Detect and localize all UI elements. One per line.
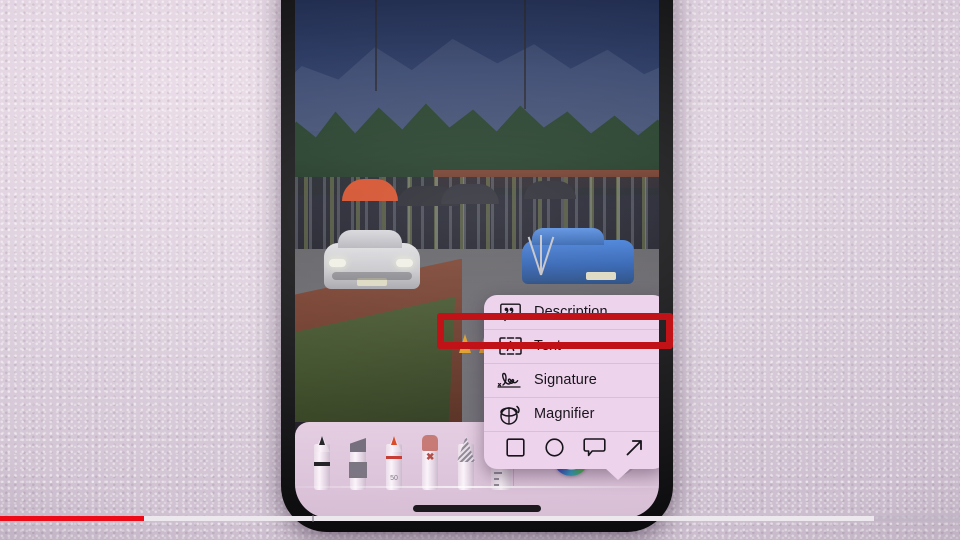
headlight-right [396, 258, 414, 267]
highlighter-tool[interactable] [347, 428, 369, 490]
popup-pointer-tail [605, 468, 631, 480]
marker-color-band [386, 456, 402, 459]
eraser-tool[interactable]: ✖ [419, 428, 441, 490]
marker-pen-tool[interactable]: 50 [383, 428, 405, 490]
license-plate-white-car [357, 277, 388, 286]
square-shape-icon[interactable] [505, 437, 526, 463]
menu-item-signature[interactable]: Signature [484, 363, 659, 397]
license-plate-blue-car [585, 272, 616, 281]
circle-shape-icon[interactable] [544, 437, 565, 463]
eraser-x-icon: ✖ [426, 452, 435, 463]
light-pole-left [375, 0, 378, 91]
progress-played [0, 516, 144, 521]
lasso-tool[interactable] [455, 428, 477, 490]
highlighter-chisel-tip [350, 438, 366, 452]
menu-item-text[interactable]: Text [484, 329, 659, 363]
highlighter-color-band [349, 462, 367, 478]
menu-label-text: Text [534, 338, 561, 354]
menu-label-magnifier: Magnifier [534, 406, 595, 422]
camera-tripod [524, 231, 558, 276]
eraser-head [422, 435, 438, 451]
menu-item-magnifier[interactable]: Magnifier [484, 397, 659, 431]
light-pole-right [524, 0, 527, 109]
dark-umbrella-b [440, 183, 499, 204]
add-markup-popup-menu: Description Text Signature Magnifier [484, 295, 659, 480]
popup-inner: Description Text Signature Magnifier [484, 295, 659, 469]
speech-bubble-quote-icon [497, 301, 523, 323]
traffic-cone [459, 333, 472, 353]
white-car [324, 229, 421, 289]
menu-label-signature: Signature [534, 372, 597, 388]
marker-size-label: 50 [390, 475, 398, 482]
magnifier-loupe-icon [497, 403, 523, 425]
toolbar-bottom-edge [295, 486, 659, 488]
phone-device: 50 ✖ Description Text Signature Magnifie… [281, 0, 673, 532]
home-indicator[interactable] [413, 505, 541, 512]
pen-color-band [314, 462, 330, 466]
dark-umbrella-c [524, 181, 577, 200]
progress-chapter-marker [312, 515, 314, 522]
screenshot-root: 50 ✖ Description Text Signature Magnifie… [0, 0, 960, 540]
speech-bubble-shape-icon[interactable] [583, 437, 606, 463]
video-progress-bar[interactable] [0, 515, 960, 522]
menu-label-description: Description [534, 304, 608, 320]
menu-item-description[interactable]: Description [484, 295, 659, 329]
tool-strip: 50 ✖ [311, 426, 513, 490]
shape-tools-row [484, 431, 659, 469]
pen-tool[interactable] [311, 428, 333, 490]
phone-screen: 50 ✖ Description Text Signature Magnifie… [295, 0, 659, 518]
headlight-left [329, 258, 347, 267]
text-box-a-icon [497, 335, 523, 357]
arrow-shape-icon[interactable] [624, 437, 645, 463]
signature-scribble-icon [497, 369, 523, 391]
